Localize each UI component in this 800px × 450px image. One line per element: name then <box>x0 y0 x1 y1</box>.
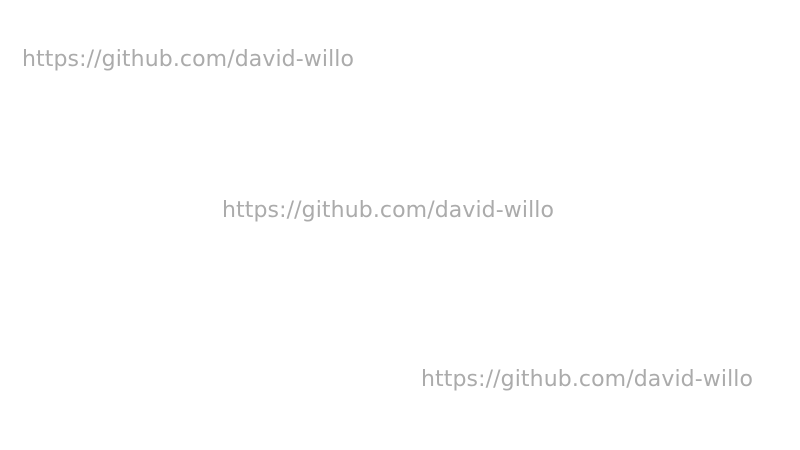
watermark-url-top-left: https://github.com/david-willo <box>22 47 355 72</box>
watermark-url-bottom-right: https://github.com/david-willo <box>421 367 754 392</box>
watermark-url-center: https://github.com/david-willo <box>222 198 555 223</box>
